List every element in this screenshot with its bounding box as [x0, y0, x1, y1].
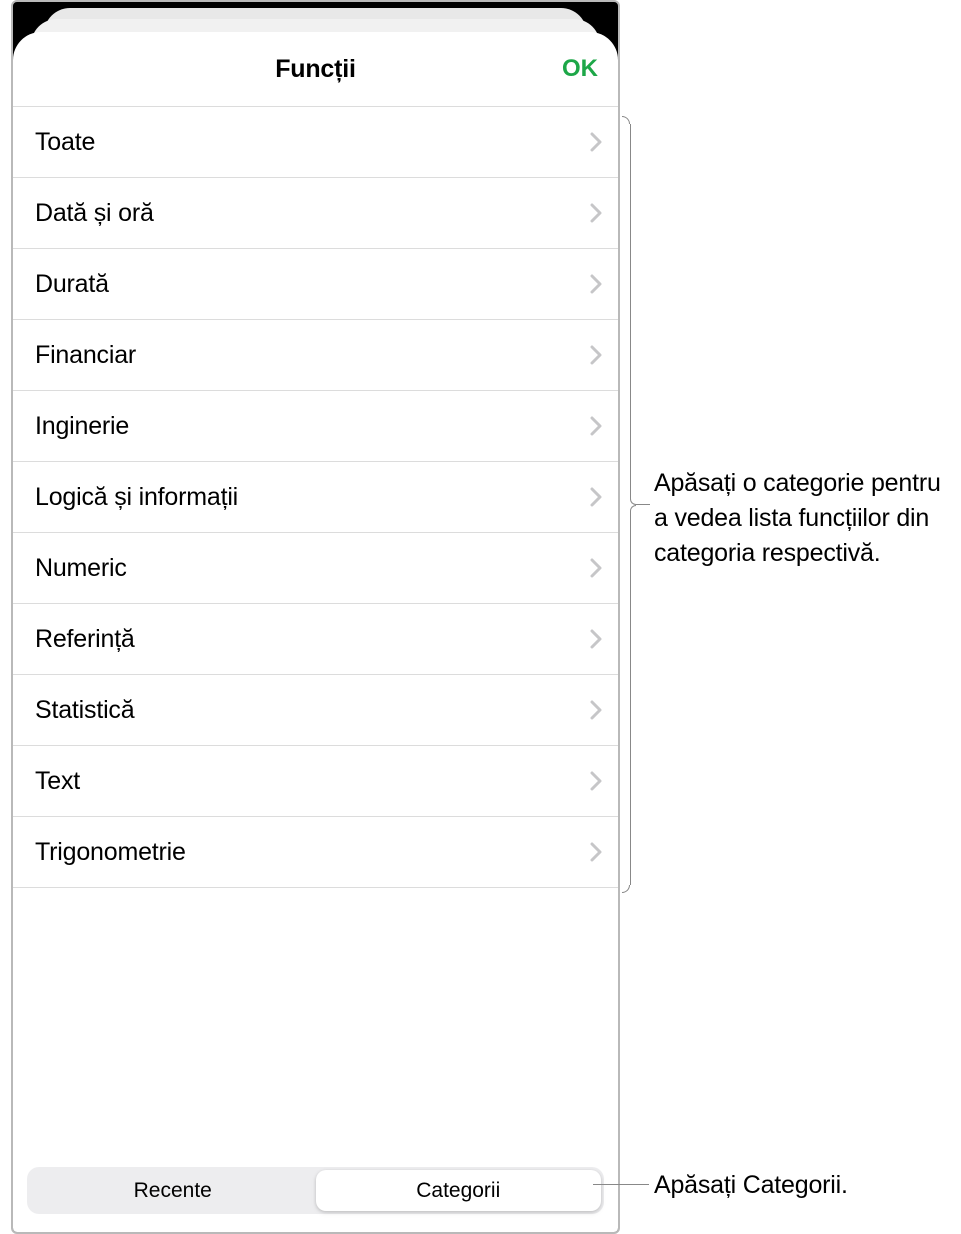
category-row-numeric[interactable]: Numeric: [13, 533, 618, 604]
callout-segmented: Apăsați Categorii.: [654, 1168, 954, 1203]
chevron-right-icon: [588, 769, 604, 793]
category-row-label: Durată: [35, 270, 588, 299]
panel-title: Funcții: [275, 55, 356, 84]
category-row-label: Referință: [35, 625, 588, 654]
category-row-label: Dată și oră: [35, 199, 588, 228]
category-row-statistica[interactable]: Statistică: [13, 675, 618, 746]
category-row-logica[interactable]: Logică și informații: [13, 462, 618, 533]
callout-leader: [636, 504, 650, 505]
chevron-right-icon: [588, 556, 604, 580]
category-row-durata[interactable]: Durată: [13, 249, 618, 320]
callout-bracket: [622, 116, 636, 893]
segment-recente[interactable]: Recente: [30, 1170, 316, 1211]
category-row-label: Statistică: [35, 696, 588, 725]
ok-button[interactable]: OK: [562, 55, 598, 83]
chevron-right-icon: [588, 698, 604, 722]
chevron-right-icon: [588, 485, 604, 509]
segment-categorii[interactable]: Categorii: [316, 1170, 602, 1211]
category-row-financiar[interactable]: Financiar: [13, 320, 618, 391]
callout-list: Apăsați o categorie pentru a vedea lista…: [654, 466, 954, 571]
chevron-right-icon: [588, 272, 604, 296]
functions-panel: Funcții OK Toate Dată și oră Durată Fina…: [13, 32, 618, 1232]
category-row-trigonometrie[interactable]: Trigonometrie: [13, 817, 618, 888]
segment-label: Recente: [134, 1179, 212, 1203]
category-row-referinta[interactable]: Referință: [13, 604, 618, 675]
category-list: Toate Dată și oră Durată Financiar Ingin…: [13, 106, 618, 888]
category-row-label: Toate: [35, 128, 588, 157]
panel-header: Funcții OK: [13, 32, 618, 106]
chevron-right-icon: [588, 130, 604, 154]
functions-panel-container: Funcții OK Toate Dată și oră Durată Fina…: [11, 0, 620, 1234]
category-row-label: Trigonometrie: [35, 838, 588, 867]
chevron-right-icon: [588, 201, 604, 225]
category-row-label: Text: [35, 767, 588, 796]
chevron-right-icon: [588, 414, 604, 438]
category-row-toate[interactable]: Toate: [13, 107, 618, 178]
callout-leader: [593, 1184, 649, 1185]
category-row-text[interactable]: Text: [13, 746, 618, 817]
chevron-right-icon: [588, 627, 604, 651]
category-row-label: Inginerie: [35, 412, 588, 441]
chevron-right-icon: [588, 343, 604, 367]
chevron-right-icon: [588, 840, 604, 864]
segment-label: Categorii: [416, 1179, 500, 1203]
category-row-label: Numeric: [35, 554, 588, 583]
segmented-control: Recente Categorii: [27, 1167, 604, 1214]
category-row-label: Logică și informații: [35, 483, 588, 512]
category-row-inginerie[interactable]: Inginerie: [13, 391, 618, 462]
category-row-data-si-ora[interactable]: Dată și oră: [13, 178, 618, 249]
category-row-label: Financiar: [35, 341, 588, 370]
